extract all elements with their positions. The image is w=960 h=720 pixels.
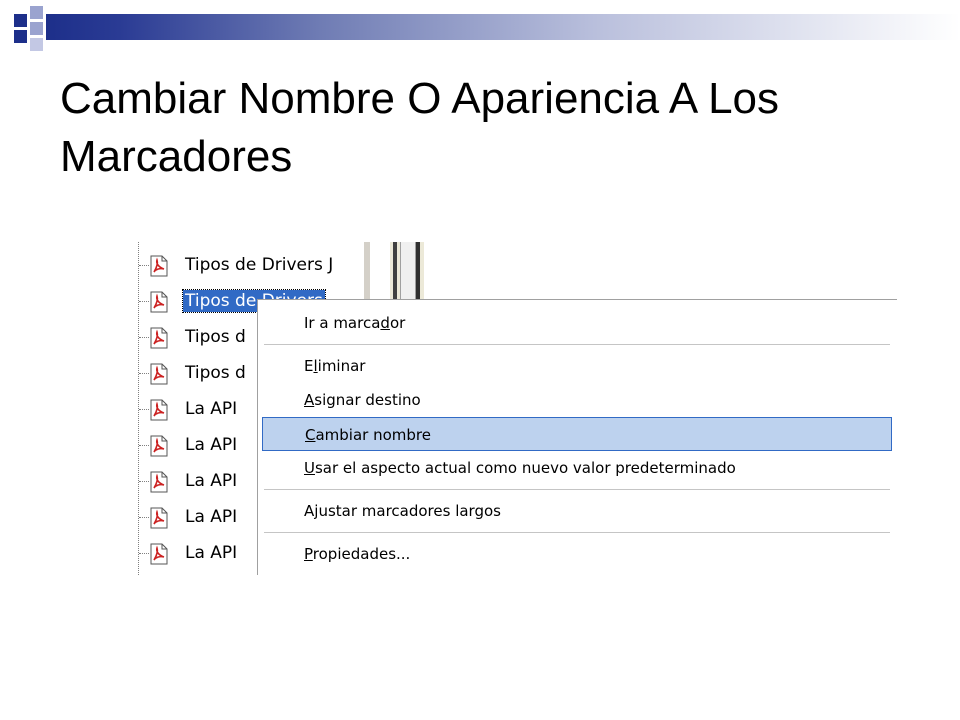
menu-separator [264, 532, 890, 533]
slide-title: Cambiar Nombre O Apariencia A Los Marcad… [60, 74, 780, 181]
bookmark-item[interactable]: Tipos de Drivers J [135, 248, 365, 282]
tree-connector [139, 445, 149, 446]
scrollbar-track [400, 242, 416, 302]
deco-square-light [30, 38, 43, 51]
menu-item-text: signar destino [314, 391, 421, 409]
menu-item-text: ambiar nombre [315, 426, 431, 444]
tree-connector [139, 409, 149, 410]
tree-connector [139, 481, 149, 482]
menu-item-text: sar el aspecto actual como nuevo valor p… [314, 459, 736, 477]
menu-item-text: ropiedades... [312, 545, 411, 563]
menu-separator [264, 344, 890, 345]
menu-accelerator-key: P [304, 545, 313, 563]
bookmark-label: La API [185, 507, 238, 527]
tree-connector [139, 373, 149, 374]
document-scrollbar-fragment[interactable] [390, 242, 424, 302]
pdf-bookmark-icon [150, 435, 168, 457]
tree-connector [139, 553, 149, 554]
bookmark-label: La API [185, 543, 238, 563]
bookmark-label: La API [185, 399, 238, 419]
menu-item-text: or [389, 314, 406, 332]
pdf-bookmark-icon [150, 399, 168, 421]
pdf-bookmark-icon [150, 327, 168, 349]
context-menu-item[interactable]: Propiedades... [262, 537, 892, 571]
pdf-bookmark-icon [150, 291, 168, 313]
context-menu-item[interactable]: Cambiar nombre [262, 417, 892, 451]
deco-square-dark [14, 14, 27, 27]
context-menu-item[interactable]: Eliminar [262, 349, 892, 383]
bookmarks-screenshot: Tipos de Drivers J Tipos de Drivers Tipos … [135, 242, 897, 575]
menu-item-text: iminar [317, 357, 366, 375]
pdf-bookmark-icon [150, 471, 168, 493]
deco-square-dark [14, 30, 27, 43]
bookmark-label: La API [185, 471, 238, 491]
bookmark-context-menu: Ir a marcador Eliminar Asignar destino Camb… [257, 299, 897, 575]
pdf-bookmark-icon [150, 507, 168, 529]
deco-square-light [30, 6, 43, 19]
menu-item-text: A [304, 502, 315, 520]
menu-item-text: ustar marcadores largos [318, 502, 501, 520]
pdf-bookmark-icon [150, 363, 168, 385]
bookmark-label: Tipos de Drivers J [185, 255, 334, 275]
menu-separator [264, 489, 890, 490]
menu-item-text: Ir a marca [304, 314, 381, 332]
bookmark-label: Tipos d [185, 327, 246, 347]
context-menu-item[interactable]: Usar el aspecto actual como nuevo valor … [262, 451, 892, 485]
context-menu-item[interactable]: Ir a marcador [262, 306, 892, 340]
tree-connector [139, 265, 149, 266]
menu-accelerator-key: A [304, 391, 315, 409]
bookmark-label: La API [185, 435, 238, 455]
pdf-bookmark-icon [150, 543, 168, 565]
menu-accelerator-key: C [305, 426, 316, 444]
context-menu-item[interactable]: Asignar destino [262, 383, 892, 417]
header-gradient-bar [46, 14, 960, 40]
deco-square-light [30, 22, 43, 35]
scrollbar-edge [416, 242, 420, 302]
scrollbar-edge [393, 242, 397, 302]
tree-connector [139, 517, 149, 518]
pdf-bookmark-icon [150, 255, 168, 277]
tree-connector [139, 337, 149, 338]
context-menu-item[interactable]: Ajustar marcadores largos [262, 494, 892, 528]
bookmark-label: Tipos d [185, 363, 246, 383]
menu-accelerator-key: d [380, 314, 390, 332]
menu-accelerator-key: U [304, 459, 315, 477]
tree-connector [139, 301, 149, 302]
